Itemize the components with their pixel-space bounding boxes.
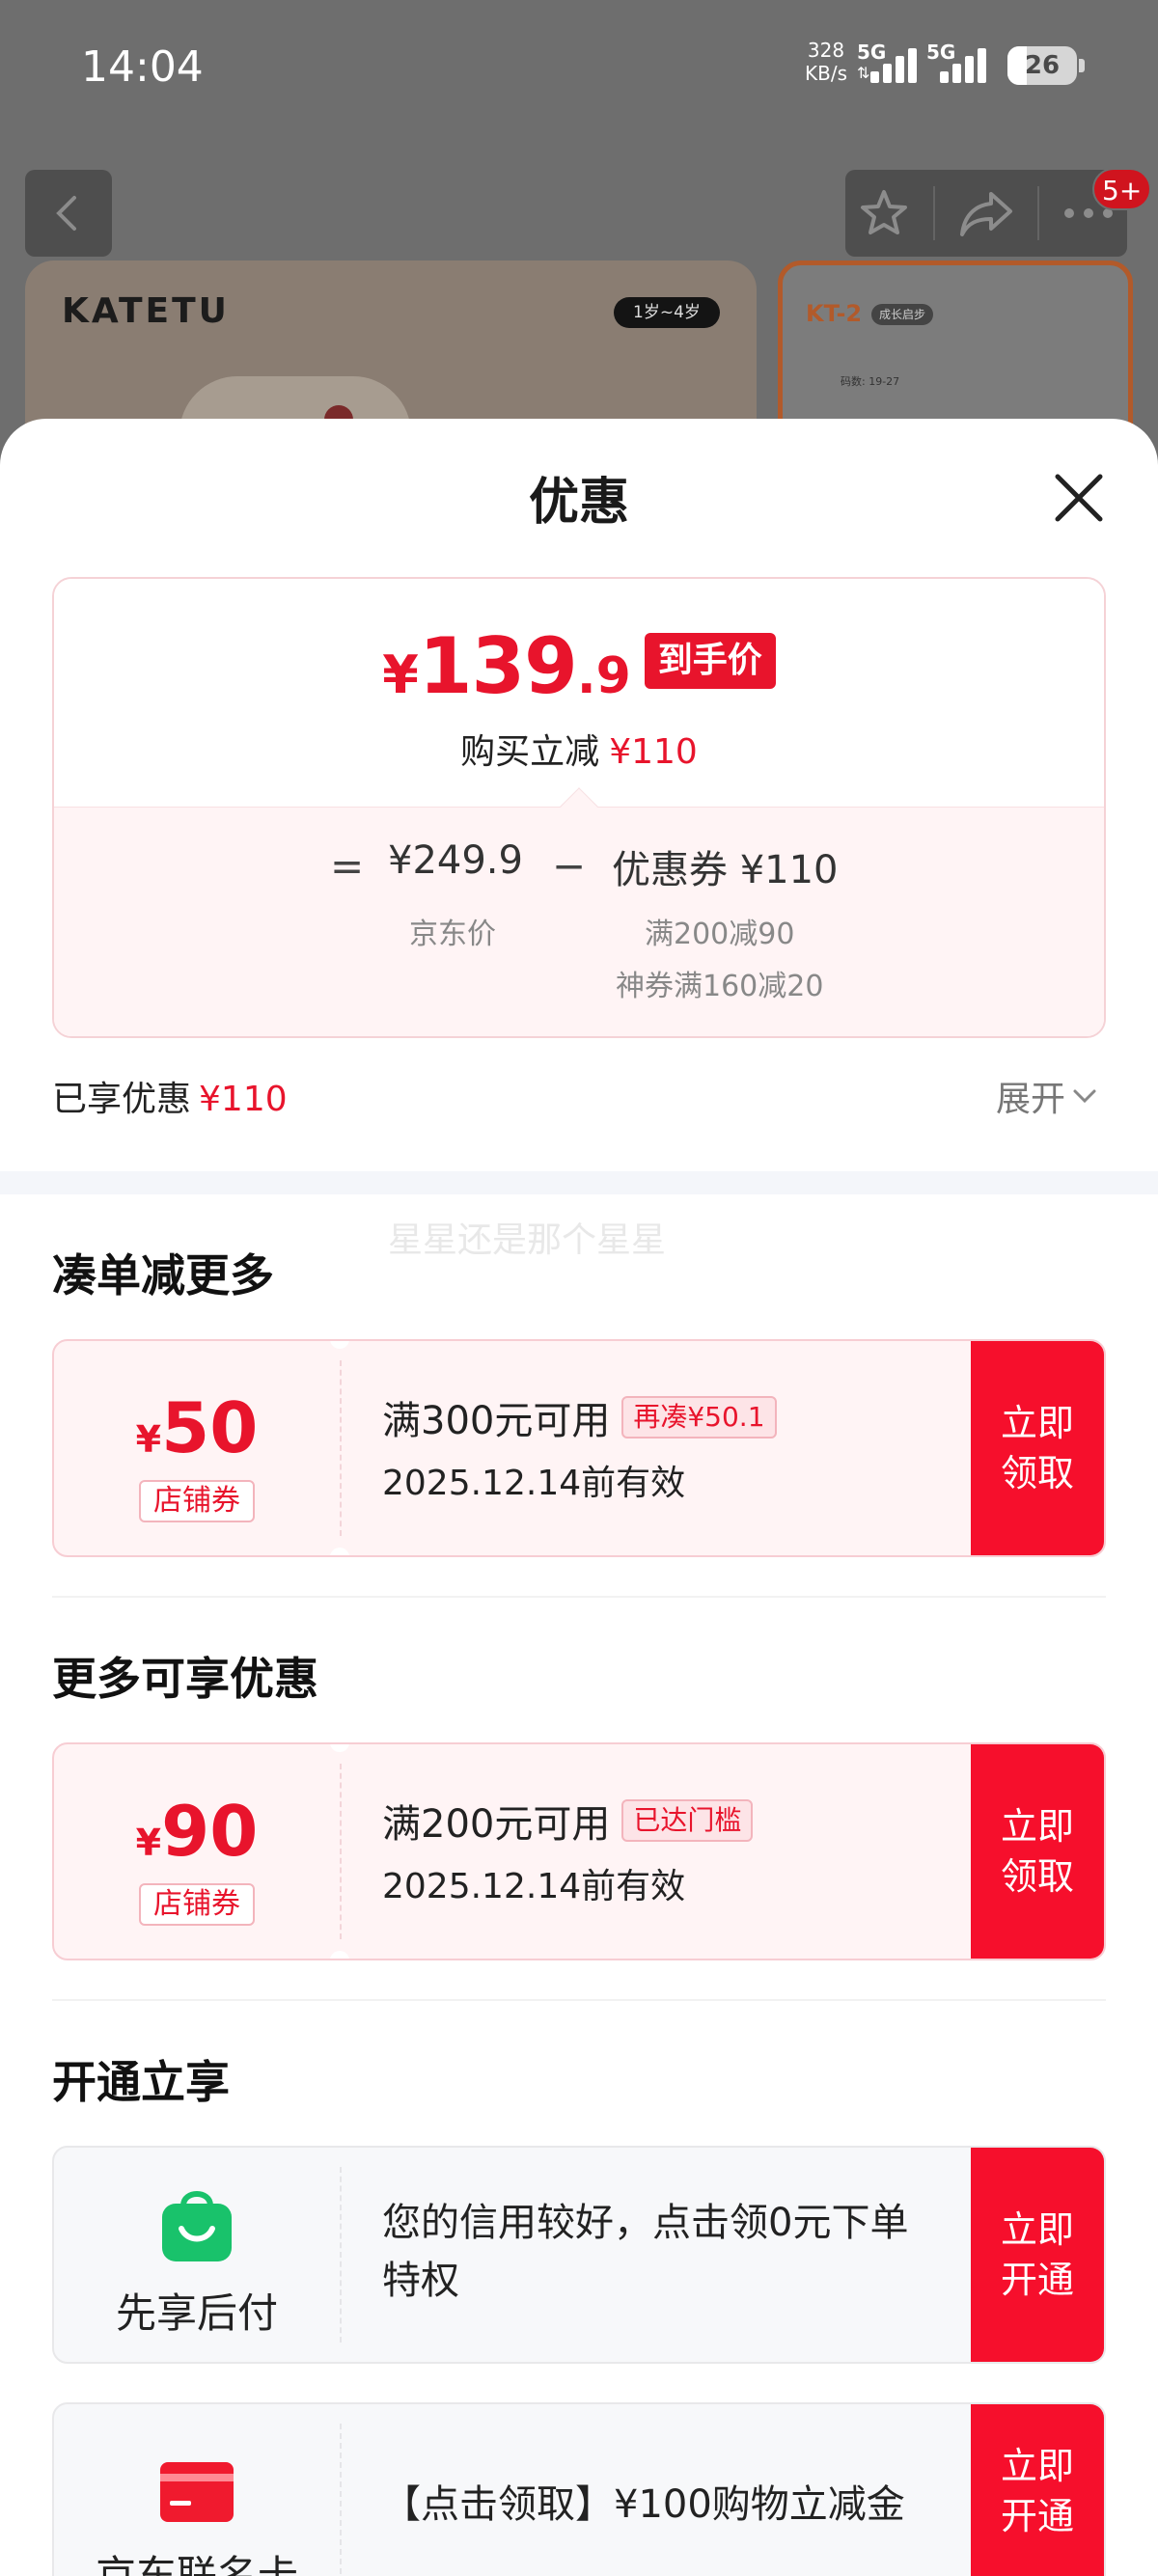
instant-discount-label: 购买立减 (460, 732, 600, 772)
shopping-bag-icon (162, 2191, 232, 2261)
back-button[interactable] (25, 170, 112, 257)
divider (52, 1596, 1106, 1598)
status-bar: 14:04 328 KB/s 5G ⇅ 5G 26 (0, 0, 1158, 135)
coupon-currency: ¥ (135, 1418, 162, 1461)
instant-discount-amount: ¥110 (609, 732, 698, 772)
enjoyed-amount: ¥110 (199, 1080, 288, 1119)
coupon-card-90: ¥90 店铺券 满200元可用 已达门槛 2025.12.14前有效 立即 领取 (52, 1742, 1106, 1960)
coupon-condition: 满200元可用 (382, 1802, 611, 1847)
enjoyed-discount: 已享优惠 ¥110 (52, 1071, 288, 1121)
close-icon[interactable] (1050, 469, 1108, 527)
brand-logo: KATETU (62, 291, 230, 331)
age-tag: 1岁~4岁 (614, 297, 720, 328)
model-tag: 成长启步 (871, 304, 934, 325)
coupon-type-tag: 店铺券 (139, 1480, 255, 1522)
net-speed: 328 KB/s (799, 39, 853, 85)
status-time: 14:04 (81, 42, 204, 92)
coupon-rule-1: 满200减90 (645, 918, 795, 951)
final-price-tag: 到手价 (644, 632, 776, 689)
coupon-value: 50 (161, 1387, 259, 1468)
final-price: ¥ 139 .9 到手价 (54, 621, 1104, 711)
jd-price: ¥249.9 (388, 838, 523, 883)
battery-icon: 26 (1007, 46, 1085, 85)
sim1-signal-icon: 5G ⇅ (857, 41, 926, 85)
activate-button[interactable]: 立即 开通 (971, 2148, 1104, 2362)
share-icon[interactable] (958, 188, 1014, 238)
coupon-badge: 已达门槛 (621, 1799, 754, 1842)
notification-badge: 5+ (1092, 168, 1152, 210)
section-title-more-off: 凑单减更多 (52, 1249, 274, 1302)
service-description: 您的信用较好，点击领0元下单特权 (382, 2201, 909, 2303)
instant-discount: 购买立减 ¥110 (54, 724, 1104, 774)
credit-card-icon (160, 2462, 234, 2522)
discount-sheet: 优惠 ¥ 139 .9 到手价 购买立减 ¥110 = ¥249.9 京东价 − … (0, 419, 1158, 2576)
model-label: KT-2 (806, 300, 863, 327)
service-card-cobrand-card: 京东联名卡 【点击领取】¥100购物立减金 立即 开通 (52, 2402, 1106, 2576)
coupon-type-tag: 店铺券 (139, 1883, 255, 1926)
battery-level: 26 (1024, 51, 1061, 80)
section-divider (0, 1171, 1158, 1194)
price-formula: = ¥249.9 京东价 − 优惠券 ¥110 满200减90 神券满160减2… (54, 807, 1104, 1036)
coupon-total: 优惠券 ¥110 (612, 848, 839, 892)
service-description: 【点击领取】¥100购物立减金 (382, 2482, 905, 2527)
claim-coupon-button[interactable]: 立即 领取 (971, 1341, 1104, 1555)
section-title-more-deals: 更多可享优惠 (52, 1653, 318, 1705)
model-size: 码数: 19-27 (841, 375, 900, 388)
divider (52, 1999, 1106, 2001)
final-price-integer: 139 (418, 621, 578, 711)
coupon-validity: 2025.12.14前有效 (382, 1867, 686, 1906)
coupon-validity: 2025.12.14前有效 (382, 1464, 686, 1503)
coupon-condition: 满300元可用 (382, 1399, 611, 1443)
coupon-amount: ¥90 (54, 1791, 340, 1872)
coupon-rule-2: 神券满160减20 (616, 970, 824, 1003)
chevron-down-icon (1073, 1089, 1096, 1104)
final-price-decimal: .9 (576, 647, 631, 705)
top-action-bar (845, 170, 1127, 257)
star-icon[interactable] (857, 186, 911, 240)
net-speed-unit: KB/s (805, 62, 847, 85)
jd-price-label: 京东价 (409, 918, 496, 951)
coupon-value: 90 (161, 1791, 259, 1872)
price-summary-card: ¥ 139 .9 到手价 购买立减 ¥110 = ¥249.9 京东价 − 优惠券… (52, 577, 1106, 1038)
claim-coupon-button[interactable]: 立即 领取 (971, 1744, 1104, 1959)
expand-toggle[interactable]: 展开 (996, 1071, 1098, 1121)
section-title-activate: 开通立享 (52, 2056, 230, 2108)
final-price-currency: ¥ (382, 644, 419, 705)
equals-sign: = (330, 842, 365, 890)
coupon-card-50: ¥50 店铺券 满300元可用 再凑¥50.1 2025.12.14前有效 立即… (52, 1339, 1106, 1557)
expand-label: 展开 (996, 1080, 1066, 1119)
service-name: 先享后付 (115, 2289, 278, 2337)
data-arrows-icon: ⇅ (857, 64, 870, 82)
service-name: 京东联名卡 (95, 2552, 298, 2576)
sim2-signal-icon: 5G (926, 41, 996, 85)
coupon-currency: ¥ (135, 1822, 162, 1864)
minus-sign: − (552, 842, 587, 890)
enjoyed-label: 已享优惠 (52, 1080, 192, 1119)
coupon-badge: 再凑¥50.1 (621, 1396, 777, 1439)
chevron-left-icon (56, 196, 76, 231)
coupon-amount: ¥50 (54, 1387, 340, 1468)
sheet-title: 优惠 (528, 474, 629, 532)
activate-button[interactable]: 立即 开通 (971, 2404, 1104, 2576)
net-speed-value: 328 (807, 39, 845, 62)
service-card-pay-later: 先享后付 您的信用较好，点击领0元下单特权 立即 开通 (52, 2146, 1106, 2364)
